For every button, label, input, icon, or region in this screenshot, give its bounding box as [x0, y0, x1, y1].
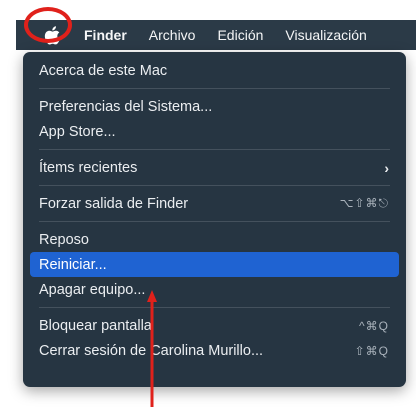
menu-item-label: Reposo	[39, 231, 89, 248]
menu-item-label: Apagar equipo...	[39, 281, 146, 298]
menu-item-label: Ítems recientes	[39, 159, 138, 176]
menu-item-label: App Store...	[39, 123, 116, 140]
menu-separator	[39, 88, 390, 89]
apple-logo-icon	[44, 25, 60, 44]
menu-item-label: Bloquear pantalla	[39, 317, 152, 334]
menubar-finder[interactable]: Finder	[84, 27, 127, 43]
menu-item-label: Preferencias del Sistema...	[39, 98, 213, 115]
menu-item-shut-down[interactable]: Apagar equipo...	[30, 277, 399, 302]
menubar-edicion[interactable]: Edición	[217, 27, 263, 43]
keyboard-shortcut: ⌥⇧⌘⎋	[339, 196, 389, 210]
apple-dropdown-menu: Acerca de este Mac Preferencias del Sist…	[23, 52, 406, 387]
menu-item-restart[interactable]: Reiniciar...	[30, 252, 399, 277]
menu-item-system-preferences[interactable]: Preferencias del Sistema...	[30, 94, 399, 119]
menu-item-app-store[interactable]: App Store...	[30, 119, 399, 144]
menubar-visualizacion[interactable]: Visualización	[285, 27, 366, 43]
menu-separator	[39, 185, 390, 186]
menu-separator	[39, 307, 390, 308]
menu-item-label: Acerca de este Mac	[39, 62, 168, 79]
menu-item-label: Reiniciar...	[39, 256, 107, 273]
keyboard-shortcut: ^⌘Q	[359, 318, 389, 333]
menu-item-sleep[interactable]: Reposo	[30, 227, 399, 252]
menu-item-label: Cerrar sesión de Carolina Murillo...	[39, 342, 264, 359]
menu-item-log-out[interactable]: Cerrar sesión de Carolina Murillo... ⇧⌘Q	[30, 338, 399, 363]
chevron-right-icon: ›	[384, 159, 389, 176]
keyboard-shortcut: ⇧⌘Q	[354, 343, 389, 358]
menu-item-lock-screen[interactable]: Bloquear pantalla ^⌘Q	[30, 313, 399, 338]
menu-separator	[39, 221, 390, 222]
menu-item-about[interactable]: Acerca de este Mac	[30, 58, 399, 83]
menu-item-recent-items[interactable]: Ítems recientes ›	[30, 155, 399, 180]
menu-item-force-quit[interactable]: Forzar salida de Finder ⌥⇧⌘⎋	[30, 191, 399, 216]
screenshot: Finder Archivo Edición Visualización Ace…	[0, 0, 416, 407]
menubar-archivo[interactable]: Archivo	[149, 27, 196, 43]
apple-menu-button[interactable]	[30, 20, 74, 50]
menu-item-label: Forzar salida de Finder	[39, 195, 189, 212]
menu-separator	[39, 149, 390, 150]
menu-bar: Finder Archivo Edición Visualización	[16, 20, 416, 50]
